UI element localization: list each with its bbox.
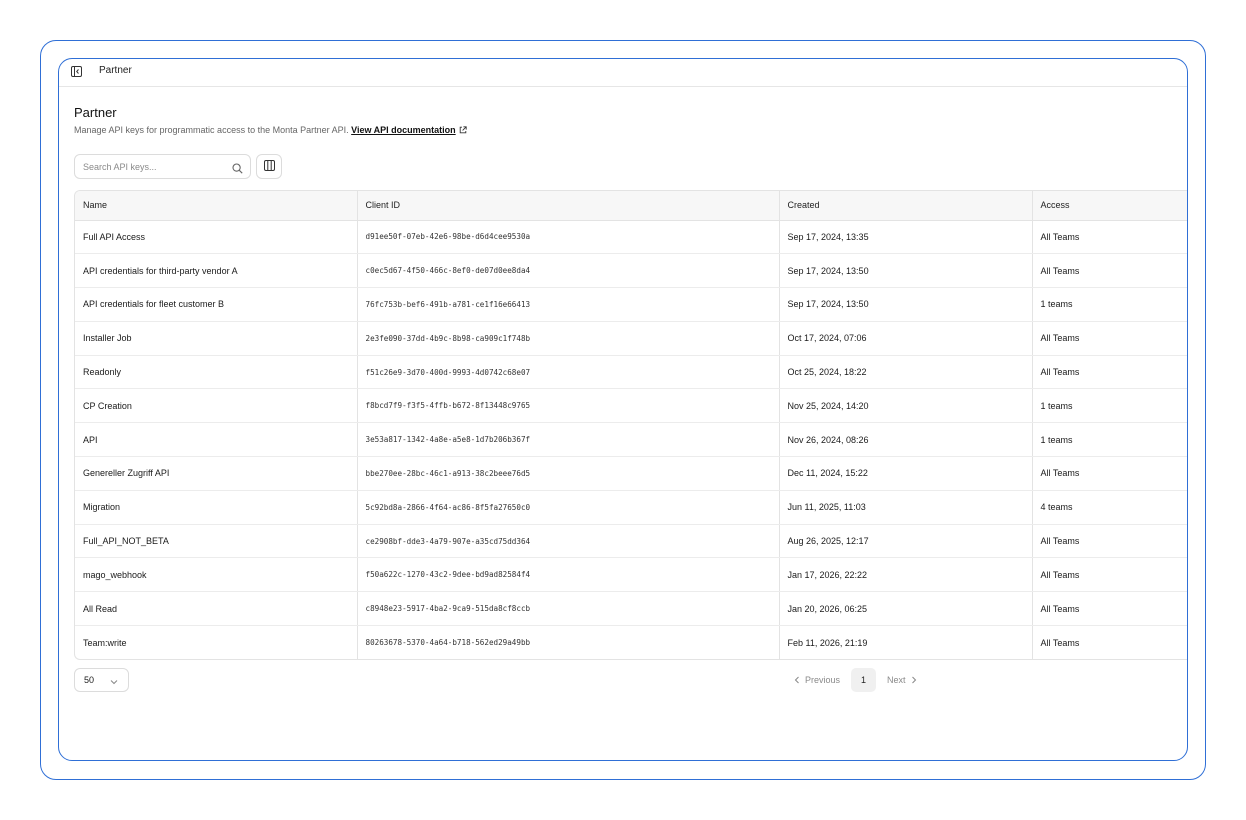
cell-client-id: 80263678-5370-4a64-b718-562ed29a49bb [356,625,779,660]
cell-name: Full API Access [75,220,357,255]
cell-name: Migration [75,490,357,525]
column-header-client-id[interactable]: Client ID [356,191,779,221]
external-link-icon[interactable] [459,126,467,136]
cell-name: CP Creation [75,388,357,424]
cell-access: All Teams [1031,557,1187,593]
table-row[interactable]: CP Creation f8bcd7f9-f3f5-4ffb-b672-8f134… [75,388,1187,424]
cell-access: All Teams [1031,253,1187,289]
columns-toggle-button[interactable] [256,154,282,179]
page-number-current[interactable]: 1 [851,668,877,692]
cell-name: Installer Job [75,321,357,356]
cell-access: All Teams [1031,524,1187,559]
cell-client-id: f50a622c-1270-43c2-9dee-bd9ad82584f4 [356,557,779,593]
api-keys-table: Name Client ID Created Access Full API A… [74,190,1187,661]
table-row[interactable]: Readonly f51c26e9-3d70-400d-9993-4d0742c6… [75,355,1187,390]
cell-client-id: f51c26e9-3d70-400d-9993-4d0742c68e07 [356,355,779,390]
pagination: Previous 1 Next [794,668,917,692]
cell-client-id: ce2908bf-dde3-4a79-907e-a35cd75dd364 [356,524,779,559]
table-row[interactable]: Full API Access d91ee50f-07eb-42e6-98be-d… [75,220,1187,255]
cell-client-id: bbe270ee-28bc-46c1-a913-38c2beee76d5 [356,456,779,491]
table-row[interactable]: mago_webhook f50a622c-1270-43c2-9dee-bd9a… [75,557,1187,593]
previous-label: Previous [805,675,841,685]
cell-client-id: 76fc753b-bef6-491b-a781-ce1f16e66413 [356,287,779,322]
cell-created: Dec 11, 2024, 15:22 [778,456,1032,491]
cell-created: Jan 20, 2026, 06:25 [778,591,1032,627]
page-description: Manage API keys for programmatic access … [74,125,467,136]
search-icon [232,161,243,174]
cell-client-id: f8bcd7f9-f3f5-4ffb-b672-8f13448c9765 [356,388,779,424]
cell-created: Sep 17, 2024, 13:50 [778,287,1032,322]
page-size-select[interactable]: 50 [74,668,129,692]
chevron-right-icon [911,676,916,684]
cell-name: Readonly [75,355,357,390]
page-size-value: 50 [84,675,95,685]
table-row[interactable]: API credentials for third-party vendor A… [75,253,1187,289]
cell-created: Oct 17, 2024, 07:06 [778,321,1032,356]
cell-access: All Teams [1031,355,1187,390]
cell-created: Sep 17, 2024, 13:50 [778,253,1032,289]
table-row[interactable]: All Read c8948e23-5917-4ba2-9ca9-515da8cf… [75,591,1187,627]
search-box [74,154,251,179]
cell-client-id: c8948e23-5917-4ba2-9ca9-515da8cf8ccb [356,591,779,627]
table-row[interactable]: API credentials for fleet customer B 76fc… [75,287,1187,322]
table-row[interactable]: Installer Job 2e3fe090-37dd-4b9c-8b98-ca9… [75,321,1187,356]
cell-name: API [75,422,357,458]
cell-access: All Teams [1031,220,1187,255]
previous-page-button[interactable]: Previous [794,675,840,685]
page-title: Partner [74,105,117,120]
cell-client-id: 5c92bd8a-2866-4f64-ac86-8f5fa27650c0 [356,490,779,525]
table-row[interactable]: Team:write 80263678-5370-4a64-b718-562ed2… [75,625,1187,660]
cell-name: Team:write [83,637,127,648]
cell-access: 1 teams [1031,287,1187,322]
cell-name: mago_webhook [75,557,357,593]
column-header-access[interactable]: Access [1031,191,1187,221]
cell-created: Oct 25, 2024, 18:22 [778,355,1032,390]
table-row[interactable]: Full_API_NOT_BETA ce2908bf-dde3-4a79-907e… [75,524,1187,559]
search-input[interactable] [75,155,225,178]
cell-access: 1 teams [1031,422,1187,458]
chevron-left-icon [794,676,799,684]
column-header-name[interactable]: Name [75,191,357,221]
table-row[interactable]: Migration 5c92bd8a-2866-4f64-ac86-8f5fa27… [75,490,1187,525]
cell-access: All Teams [1031,456,1187,491]
cell-created: Aug 26, 2025, 12:17 [778,524,1032,559]
cell-created: Feb 11, 2026, 21:19 [778,625,1032,660]
cell-client-id: d91ee50f-07eb-42e6-98be-d6d4cee9530a [356,220,779,255]
sidebar-collapse-icon[interactable] [70,65,83,78]
next-label: Next [887,675,906,685]
cell-name: Genereller Zugriff API [75,456,357,491]
cell-client-id: 3e53a817-1342-4a8e-a5e8-1d7b206b367f [356,422,779,458]
columns-icon [263,158,275,176]
topbar-title: Partner [99,65,132,76]
column-header-created[interactable]: Created [778,191,1032,221]
cell-access: All Teams [1031,625,1187,660]
next-page-button[interactable]: Next [887,675,917,685]
app-window: Partner Partner Manage API keys for prog… [58,58,1188,761]
cell-name: API credentials for third-party vendor A [75,253,357,289]
cell-access: 4 teams [1031,490,1187,525]
api-docs-link[interactable]: View API documentation [351,125,456,135]
chevron-down-icon [110,677,118,687]
cell-client-id: c0ec5d67-4f50-466c-8ef0-de07d0ee8da4 [356,253,779,289]
table-row[interactable]: Genereller Zugriff API bbe270ee-28bc-46c1… [75,456,1187,491]
table-header-row: Name Client ID Created Access [75,191,1187,221]
cell-created: Nov 26, 2024, 08:26 [778,422,1032,458]
cell-name: All Read [75,591,357,627]
cell-client-id: 2e3fe090-37dd-4b9c-8b98-ca909c1f748b [356,321,779,356]
table-row[interactable]: API 3e53a817-1342-4a8e-a5e8-1d7b206b367f N… [75,422,1187,458]
description-text: Manage API keys for programmatic access … [74,125,349,135]
cell-access: All Teams [1031,321,1187,356]
cell-created: Nov 25, 2024, 14:20 [778,388,1032,424]
cell-name: API credentials for fleet customer B [75,287,357,322]
cell-created: Jun 11, 2025, 11:03 [778,490,1032,525]
topbar: Partner [59,59,1187,87]
cell-name: Full_API_NOT_BETA [75,524,357,559]
cell-created: Sep 17, 2024, 13:35 [778,220,1032,255]
cell-created: Jan 17, 2026, 22:22 [778,557,1032,593]
cell-access: 1 teams [1031,388,1187,424]
cell-access: All Teams [1031,591,1187,627]
